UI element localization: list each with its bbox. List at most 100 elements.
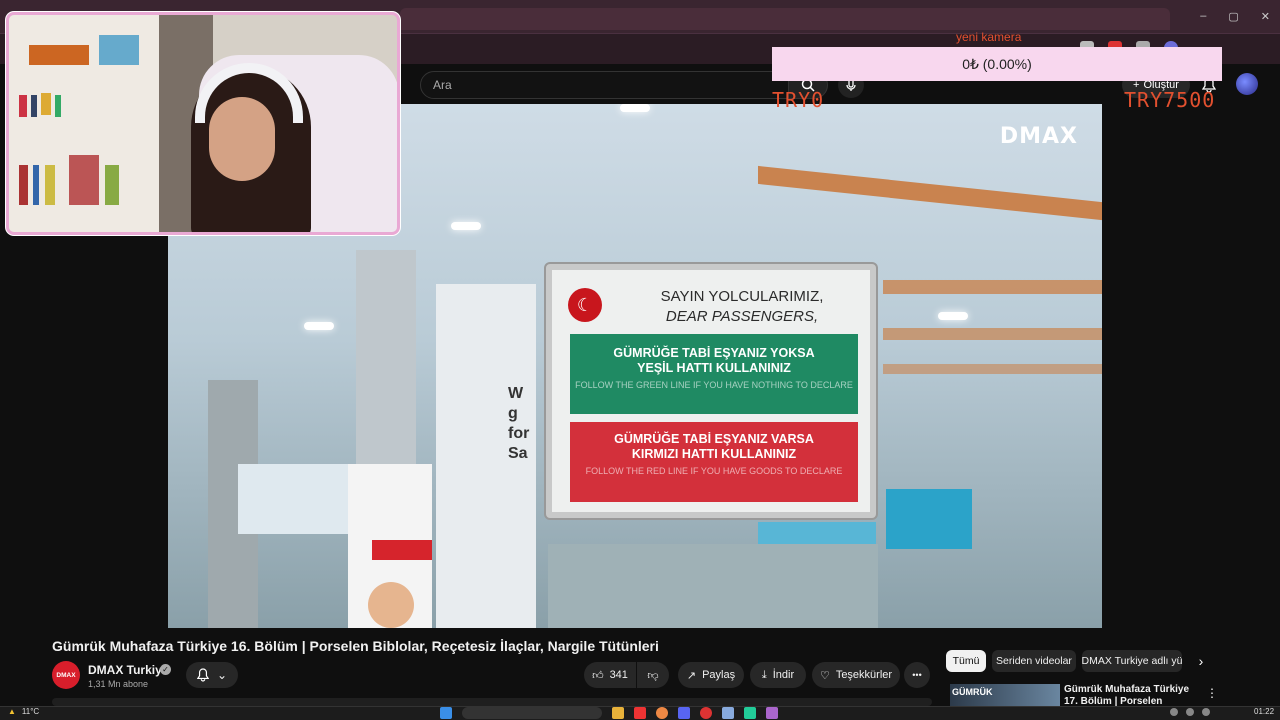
shelf-items xyxy=(29,45,89,65)
recommendation-thumbnail[interactable]: GÜMRÜK xyxy=(950,684,1060,706)
chip-series-videos[interactable]: Seriden videolar xyxy=(992,650,1076,672)
taskbar-weather[interactable]: ▲ 11°C xyxy=(8,707,39,716)
thumbs-up-icon: 👍︎ xyxy=(592,669,604,682)
thanks-button[interactable]: ♡ Teşekkürler xyxy=(812,662,900,688)
system-tray xyxy=(1170,708,1210,716)
green-line-text: YEŞİL HATTI KULLANINIZ xyxy=(637,361,791,375)
more-icon: ••• xyxy=(912,670,922,680)
thanks-label: Teşekkürler xyxy=(835,669,893,681)
video-title: Gümrük Muhafaza Türkiye 16. Bölüm | Pors… xyxy=(52,638,659,654)
green-line-text: GÜMRÜĞE TABİ EŞYANIZ YOKSA xyxy=(613,346,815,360)
background-screen xyxy=(238,464,348,534)
app-icon[interactable] xyxy=(722,707,734,719)
share-icon: ↗ xyxy=(686,669,697,682)
red-line-text: GÜMRÜĞE TABİ EŞYANIZ VARSA xyxy=(614,432,814,446)
dmax-logo: DMAX xyxy=(999,124,1078,149)
subscriber-count: 1,31 Mn abone xyxy=(88,679,149,689)
download-label: İndir xyxy=(772,669,795,681)
webcam-overlay xyxy=(6,12,400,235)
sign-heading-english: DEAR PASSENGERS, xyxy=(665,308,819,325)
ceiling-slats xyxy=(883,364,1102,374)
ceiling-slats xyxy=(883,328,1102,340)
chip-all[interactable]: Tümü xyxy=(946,650,986,672)
donation-goal-bar: 0₺ (0.00%) xyxy=(772,47,1222,81)
user-avatar[interactable] xyxy=(1236,73,1258,95)
warning-icon: ▲ xyxy=(8,707,16,716)
book xyxy=(19,95,27,117)
ceiling-light xyxy=(451,222,481,230)
app-icon[interactable] xyxy=(634,707,646,719)
subscription-bell-button[interactable]: ⌄ xyxy=(186,662,238,688)
taskbar-search[interactable] xyxy=(462,707,602,719)
download-icon: ⤓ xyxy=(761,668,767,681)
advert-stripe xyxy=(372,540,432,560)
clock[interactable]: 01:22 xyxy=(1254,707,1274,716)
sign-heading: SAYIN YOLCULARIMIZ, xyxy=(660,288,824,305)
share-button[interactable]: ↗ Paylaş xyxy=(678,662,744,688)
download-button[interactable]: ⤓ İndir xyxy=(750,662,806,688)
red-line-text: KIRMIZI HATTI KULLANINIZ xyxy=(631,447,797,461)
crescent-star-icon: ☾ xyxy=(568,288,602,322)
temperature: 11°C xyxy=(21,707,40,716)
search-input[interactable]: Ara xyxy=(420,71,792,99)
bell-icon xyxy=(196,668,209,682)
shelf-items xyxy=(99,35,139,65)
kiosk-text: W g for Sa xyxy=(508,385,530,462)
book xyxy=(33,165,39,205)
dislike-button[interactable]: 👎︎ xyxy=(637,662,669,688)
super-thanks-icon: ♡ xyxy=(819,669,830,682)
chevron-right-icon[interactable]: › xyxy=(1192,652,1210,670)
more-actions-button[interactable]: ••• xyxy=(904,662,930,688)
volume-icon[interactable] xyxy=(1186,708,1194,716)
wifi-icon[interactable] xyxy=(1170,708,1178,716)
kebab-menu-icon[interactable]: ⋮ xyxy=(1206,686,1218,700)
book xyxy=(69,155,99,205)
thumbs-down-icon: 👎︎ xyxy=(647,669,659,682)
ceiling-light xyxy=(938,312,968,320)
ceiling-light xyxy=(620,104,650,112)
description-box[interactable] xyxy=(52,698,932,706)
maximize-button[interactable]: ▢ xyxy=(1228,10,1238,23)
channel-name[interactable]: DMAX Turkiye xyxy=(88,663,168,677)
app-icon[interactable] xyxy=(700,707,712,719)
ceiling-slats xyxy=(758,165,1102,221)
browser-tab[interactable] xyxy=(400,8,1170,30)
ceiling-slats xyxy=(883,280,1102,294)
green-line-panel: GÜMRÜĞE TABİ EŞYANIZ YOKSA YEŞİL HATTI K… xyxy=(570,334,858,414)
file-explorer-icon[interactable] xyxy=(612,707,624,719)
start-icon[interactable] xyxy=(440,707,452,719)
battery-icon[interactable] xyxy=(1202,708,1210,716)
like-count: 341 xyxy=(609,669,628,681)
minimize-button[interactable]: – xyxy=(1200,10,1206,23)
red-line-panel: GÜMRÜĞE TABİ EŞYANIZ VARSA KIRMIZI HATTI… xyxy=(570,422,858,502)
bookshelf xyxy=(9,15,159,232)
donation-goal-label: yeni kamera xyxy=(956,30,1022,44)
share-label: Paylaş xyxy=(702,669,736,681)
like-button[interactable]: 👍︎ 341 xyxy=(584,662,636,688)
app-icon[interactable] xyxy=(744,707,756,719)
book xyxy=(55,95,61,117)
discord-icon[interactable] xyxy=(678,707,690,719)
book xyxy=(31,95,37,117)
sign-stand xyxy=(548,544,878,628)
window-controls: – ▢ ✕ xyxy=(1200,10,1270,23)
customs-sign: ☾ SAYIN YOLCULARIMIZ, DEAR PASSENGERS, G… xyxy=(546,264,876,518)
book xyxy=(45,165,55,205)
chevron-down-icon: ⌄ xyxy=(216,668,228,682)
taskbar-apps xyxy=(440,707,778,719)
channel-avatar[interactable]: DMAX xyxy=(52,661,80,689)
donation-goal-min: TRY0 xyxy=(772,88,825,112)
book xyxy=(19,165,28,205)
book xyxy=(41,93,51,115)
close-button[interactable]: ✕ xyxy=(1261,10,1270,23)
app-icon[interactable] xyxy=(766,707,778,719)
green-line-english: FOLLOW THE GREEN LINE IF YOU HAVE NOTHIN… xyxy=(575,380,853,390)
browser-icon[interactable] xyxy=(656,707,668,719)
verified-icon: ✓ xyxy=(160,664,171,675)
donation-goal-max: TRY7500 xyxy=(1124,88,1216,112)
red-line-english: FOLLOW THE RED LINE IF YOU HAVE GOODS TO… xyxy=(585,466,843,476)
chip-channel[interactable]: DMAX Turkiye adlı yü xyxy=(1082,650,1182,672)
recommendation-title[interactable]: Gümrük Muhafaza Türkiye 17. Bölüm | Pors… xyxy=(1064,684,1194,706)
background-screen xyxy=(886,489,972,549)
ceiling-light xyxy=(304,322,334,330)
